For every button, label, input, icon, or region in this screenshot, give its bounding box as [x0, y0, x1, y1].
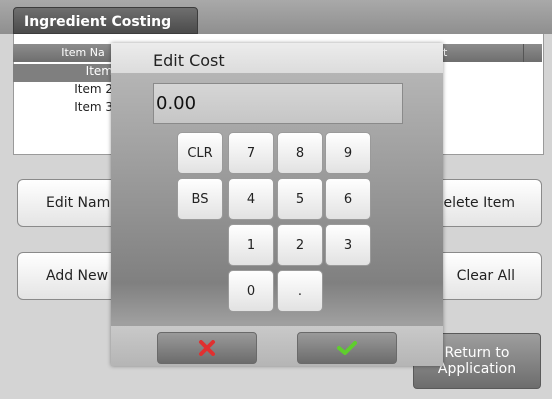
cancel-button[interactable] [157, 332, 257, 364]
cost-input[interactable]: 0.00 [153, 83, 403, 124]
edit-cost-dialog: Edit Cost 0.00 CLR 7 8 9 BS 4 5 6 1 2 3 … [111, 43, 443, 366]
list-item[interactable]: Item 3 [13, 100, 123, 118]
list-item[interactable]: Item 2 [13, 82, 123, 100]
decimal-key[interactable]: . [277, 270, 323, 312]
key-1[interactable]: 1 [228, 224, 274, 266]
page-title-tab: Ingredient Costing [13, 7, 198, 34]
key-2[interactable]: 2 [277, 224, 323, 266]
key-4[interactable]: 4 [228, 178, 274, 220]
x-icon [199, 340, 215, 356]
backspace-key[interactable]: BS [177, 178, 223, 220]
key-5[interactable]: 5 [277, 178, 323, 220]
clear-key[interactable]: CLR [177, 132, 223, 174]
confirm-button[interactable] [297, 332, 397, 364]
check-icon [337, 341, 357, 355]
key-6[interactable]: 6 [325, 178, 371, 220]
key-3[interactable]: 3 [325, 224, 371, 266]
column-header-cost[interactable]: t [443, 46, 447, 59]
dialog-title: Edit Cost [153, 51, 225, 70]
key-7[interactable]: 7 [228, 132, 274, 174]
key-9[interactable]: 9 [325, 132, 371, 174]
key-8[interactable]: 8 [277, 132, 323, 174]
list-item[interactable]: Item [13, 64, 123, 82]
column-divider [523, 44, 524, 62]
key-0[interactable]: 0 [228, 270, 274, 312]
